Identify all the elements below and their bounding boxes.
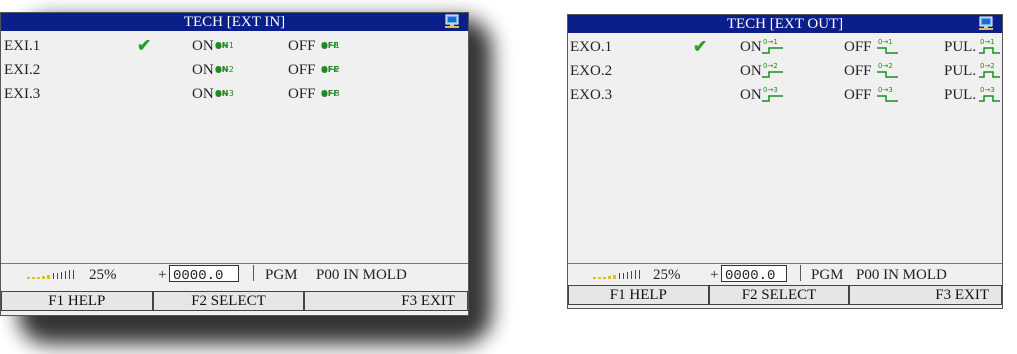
pulse-label[interactable]: PUL. — [944, 36, 976, 58]
list-item[interactable]: EXO.3 ON 0→3 OFF 0→3 PUL. 0→3 — [568, 84, 1002, 108]
screen-title: TECH [EXT IN] — [183, 14, 286, 30]
svg-text:0→2: 0→2 — [878, 62, 893, 70]
sign-label: + — [710, 267, 719, 283]
signal-strength-icon — [27, 270, 74, 279]
list-item[interactable]: EXI.3 ON ●← 3 ON OFF ●← 3 OFF — [1, 83, 468, 107]
off-label[interactable]: OFF — [844, 36, 872, 58]
output-off-waveform-icon: 0→2 — [877, 62, 898, 78]
off-label[interactable]: OFF — [288, 35, 316, 57]
help-button[interactable]: F1 HELP — [568, 285, 709, 305]
svg-text:0→1: 0→1 — [763, 38, 778, 46]
screen-title: TECH [EXT OUT] — [726, 16, 844, 32]
list-item[interactable]: EXO.1 ✔ ON 0→1 OFF 0→1 PUL. 0→1 — [568, 36, 1002, 60]
pulse-label[interactable]: PUL. — [944, 84, 976, 106]
pgm-label: PGM — [811, 267, 844, 283]
on-label[interactable]: ON — [740, 84, 762, 106]
row-label: EXO.1 — [570, 39, 613, 55]
check-icon: ✔ — [693, 37, 708, 56]
svg-text:0→2: 0→2 — [763, 62, 778, 70]
mode-label: P00 IN MOLD — [856, 267, 947, 283]
network-computer-icon[interactable] — [444, 14, 460, 29]
pulse-label[interactable]: PUL. — [944, 60, 976, 82]
pgm-label: PGM — [265, 267, 298, 283]
svg-text:0→1: 0→1 — [980, 38, 995, 46]
mode-label: P00 IN MOLD — [316, 267, 407, 283]
row-label: EXI.1 — [4, 38, 41, 54]
progress-percent: 25% — [653, 267, 681, 283]
output-on-waveform-icon: 0→2 — [762, 62, 783, 78]
exit-button[interactable]: F3 EXIT — [849, 285, 1003, 305]
row-label: EXI.3 — [4, 86, 41, 102]
svg-text:0→1: 0→1 — [878, 38, 893, 46]
on-label[interactable]: ON — [740, 60, 762, 82]
function-key-bar: F1 HELP F2 SELECT F3 EXIT — [568, 285, 1003, 305]
output-pulse-waveform-icon: 0→3 — [979, 86, 1000, 102]
divider — [800, 265, 801, 281]
help-button[interactable]: F1 HELP — [1, 291, 153, 311]
output-off-waveform-icon: 0→1 — [877, 38, 898, 54]
svg-text:0→3: 0→3 — [878, 86, 893, 94]
network-computer-icon[interactable] — [978, 16, 994, 31]
status-bar: 25% + 0000.0 PGM P00 IN MOLD — [568, 263, 1002, 286]
list-item[interactable]: EXI.2 ON ●← 2 ON OFF ●← 2 OFF — [1, 59, 468, 83]
select-button[interactable]: F2 SELECT — [152, 291, 305, 311]
status-bar: 25% + 0000.0 PGM P00 IN MOLD — [1, 263, 468, 286]
row-label: EXI.2 — [4, 62, 41, 78]
row-label: EXO.2 — [570, 63, 613, 79]
signal-strength-icon — [593, 270, 640, 279]
output-off-waveform-icon: 0→3 — [877, 86, 898, 102]
list-item[interactable]: EXI.1 ✔ ON ●← 1 ON OFF ●← 1 OFF — [1, 35, 468, 59]
select-button[interactable]: F2 SELECT — [708, 285, 850, 305]
svg-text:0→3: 0→3 — [763, 86, 778, 94]
on-label[interactable]: ON — [192, 35, 214, 57]
value-field[interactable]: 0000.0 — [169, 265, 239, 284]
row-label: EXO.3 — [570, 87, 613, 103]
exit-button[interactable]: F3 EXIT — [304, 291, 469, 311]
title-bar: TECH [EXT OUT] — [568, 15, 1002, 33]
off-label[interactable]: OFF — [844, 84, 872, 106]
value-field[interactable]: 0000.0 — [721, 265, 787, 284]
output-pulse-waveform-icon: 0→1 — [979, 38, 1000, 54]
on-label[interactable]: ON — [192, 59, 214, 81]
list-item[interactable]: EXO.2 ON 0→2 OFF 0→2 PUL. 0→2 — [568, 60, 1002, 84]
sign-label: + — [158, 267, 167, 283]
svg-text:0→3: 0→3 — [980, 86, 995, 94]
output-on-waveform-icon: 0→3 — [762, 86, 783, 102]
output-on-waveform-icon: 0→1 — [762, 38, 783, 54]
title-bar: TECH [EXT IN] — [1, 13, 468, 31]
function-key-bar: F1 HELP F2 SELECT F3 EXIT — [1, 291, 469, 311]
svg-text:0→2: 0→2 — [980, 62, 995, 70]
output-pulse-waveform-icon: 0→2 — [979, 62, 1000, 78]
divider — [253, 265, 254, 281]
check-icon: ✔ — [137, 36, 152, 55]
off-label[interactable]: OFF — [288, 83, 316, 105]
ext-in-screen: TECH [EXT IN] EXI.1 ✔ ON ●← 1 ON OFF ●← 1 OF… — [0, 12, 469, 316]
on-label[interactable]: ON — [740, 36, 762, 58]
off-label[interactable]: OFF — [844, 60, 872, 82]
progress-percent: 25% — [89, 267, 117, 283]
off-label[interactable]: OFF — [288, 59, 316, 81]
ext-out-screen: TECH [EXT OUT] EXO.1 ✔ ON 0→1 OFF 0→1 PU… — [567, 14, 1003, 309]
on-label[interactable]: ON — [192, 83, 214, 105]
